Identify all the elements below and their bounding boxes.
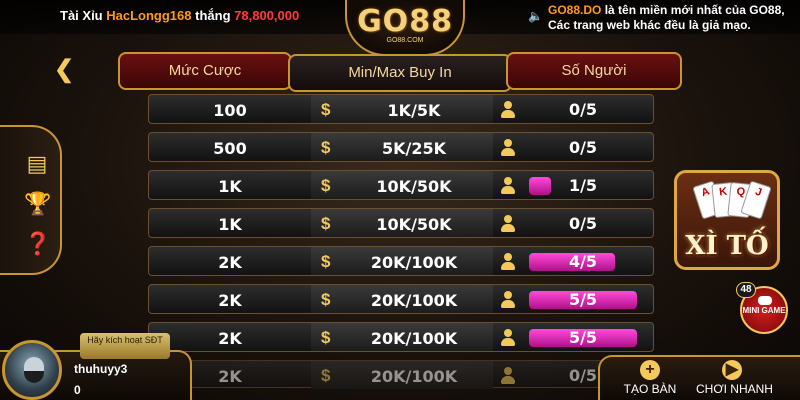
domain-notice: GO88.DO là tên miền mới nhất của GO88, C…	[548, 3, 798, 33]
players-bar: 1/5	[529, 177, 637, 195]
activate-phone-button[interactable]: Hãy kích hoạt SĐT	[80, 333, 170, 359]
players-bar: 4/5	[529, 253, 637, 271]
document-icon[interactable]: ▤	[24, 151, 50, 177]
plus-icon: +	[640, 360, 660, 380]
table-row[interactable]: 2K $ 20K/100K 5/5	[148, 284, 654, 314]
row-bet: 1K	[218, 215, 242, 234]
chevron-left-icon: ❮	[54, 56, 75, 83]
logo-main-text: GO88	[357, 4, 453, 39]
row-bet: 100	[213, 101, 247, 120]
table-row[interactable]: 1K $ 10K/50K 1/5	[148, 170, 654, 200]
players-bar: 5/5	[529, 291, 637, 309]
help-icon[interactable]: ❓	[24, 231, 51, 257]
username: thuhuyy3	[74, 362, 128, 376]
row-buyin: 1K/5K	[387, 101, 441, 120]
create-table-button[interactable]: + TẠO BÀN	[620, 360, 680, 396]
row-bet: 2K	[218, 291, 242, 310]
header-bet[interactable]: Mức Cược	[118, 52, 292, 90]
row-players: 5/5	[568, 329, 598, 347]
speaker-icon: 🔈	[528, 9, 543, 23]
person-icon	[501, 139, 515, 157]
row-buyin: 5K/25K	[381, 139, 447, 158]
row-buyin: 10K/50K	[376, 177, 452, 196]
back-button[interactable]: ❮	[54, 58, 78, 82]
table-row[interactable]: 2K $ 20K/100K 0/5	[148, 360, 654, 389]
row-buyin: 20K/100K	[370, 291, 458, 310]
header-buyin[interactable]: Min/Max Buy In	[288, 54, 512, 92]
row-buyin: 20K/100K	[370, 367, 458, 386]
table-row[interactable]: 1K $ 10K/50K 0/5	[148, 208, 654, 238]
side-menu: ▤ 🏆 ❓	[0, 125, 62, 275]
row-players: 4/5	[568, 253, 598, 271]
play-icon: ▶	[722, 360, 742, 380]
notice-domain: GO88.DO	[548, 3, 602, 17]
ticker-game: Tài Xỉu	[60, 8, 103, 23]
players-bar: 5/5	[529, 329, 637, 347]
row-bet: 1K	[218, 177, 242, 196]
create-table-label: TẠO BÀN	[623, 382, 677, 396]
mini-game-badge: 48	[736, 282, 756, 298]
ticker-amount: 78,800,000	[234, 8, 300, 23]
game-name: XÌ TỐ	[685, 231, 769, 261]
row-buyin: 20K/100K	[370, 329, 458, 348]
go88-logo: GO88 GO88.COM	[345, 0, 465, 56]
ticker-verb: thắng	[195, 8, 231, 23]
row-bet: 2K	[218, 253, 242, 272]
trophy-icon[interactable]: 🏆	[24, 191, 51, 217]
header-players[interactable]: Số Người	[506, 52, 682, 90]
balance: 0	[74, 383, 81, 397]
quick-play-button[interactable]: ▶ CHƠI NHANH	[696, 360, 773, 396]
row-buyin: 10K/50K	[376, 215, 452, 234]
playing-cards-icon: A K Q J	[691, 180, 772, 231]
row-buyin: 20K/100K	[370, 253, 458, 272]
row-bet: 500	[213, 139, 247, 158]
person-icon	[501, 291, 515, 309]
players-bar: 0/5	[529, 101, 637, 119]
row-bet: 2K	[218, 329, 242, 348]
table-row[interactable]: 500 $ 5K/25K 0/5	[148, 132, 654, 162]
players-bar: 0/5	[529, 215, 637, 233]
game-card-xito[interactable]: A K Q J XÌ TỐ	[674, 170, 780, 270]
row-players: 0/5	[568, 139, 598, 157]
person-icon	[501, 215, 515, 233]
ticker-user: HacLongg168	[106, 8, 192, 23]
person-icon	[501, 177, 515, 195]
row-players: 0/5	[568, 101, 598, 119]
person-icon	[501, 253, 515, 271]
person-icon	[501, 101, 515, 119]
avatar[interactable]	[2, 340, 62, 400]
row-players: 5/5	[568, 291, 598, 309]
row-players: 1/5	[568, 177, 598, 195]
row-players: 0/5	[568, 215, 598, 233]
mini-game-label: MINI GAME	[742, 306, 786, 315]
win-ticker: Tài Xỉu HacLongg168 thắng 78,800,000	[60, 8, 299, 23]
table-row[interactable]: 100 $ 1K/5K 0/5	[148, 94, 654, 124]
person-icon	[501, 367, 515, 385]
table-row[interactable]: 2K $ 20K/100K 5/5	[148, 322, 654, 352]
gamepad-icon	[758, 296, 772, 305]
players-bar: 0/5	[529, 139, 637, 157]
quick-play-label: CHƠI NHANH	[696, 382, 773, 396]
table-row[interactable]: 2K $ 20K/100K 4/5	[148, 246, 654, 276]
person-icon	[501, 329, 515, 347]
